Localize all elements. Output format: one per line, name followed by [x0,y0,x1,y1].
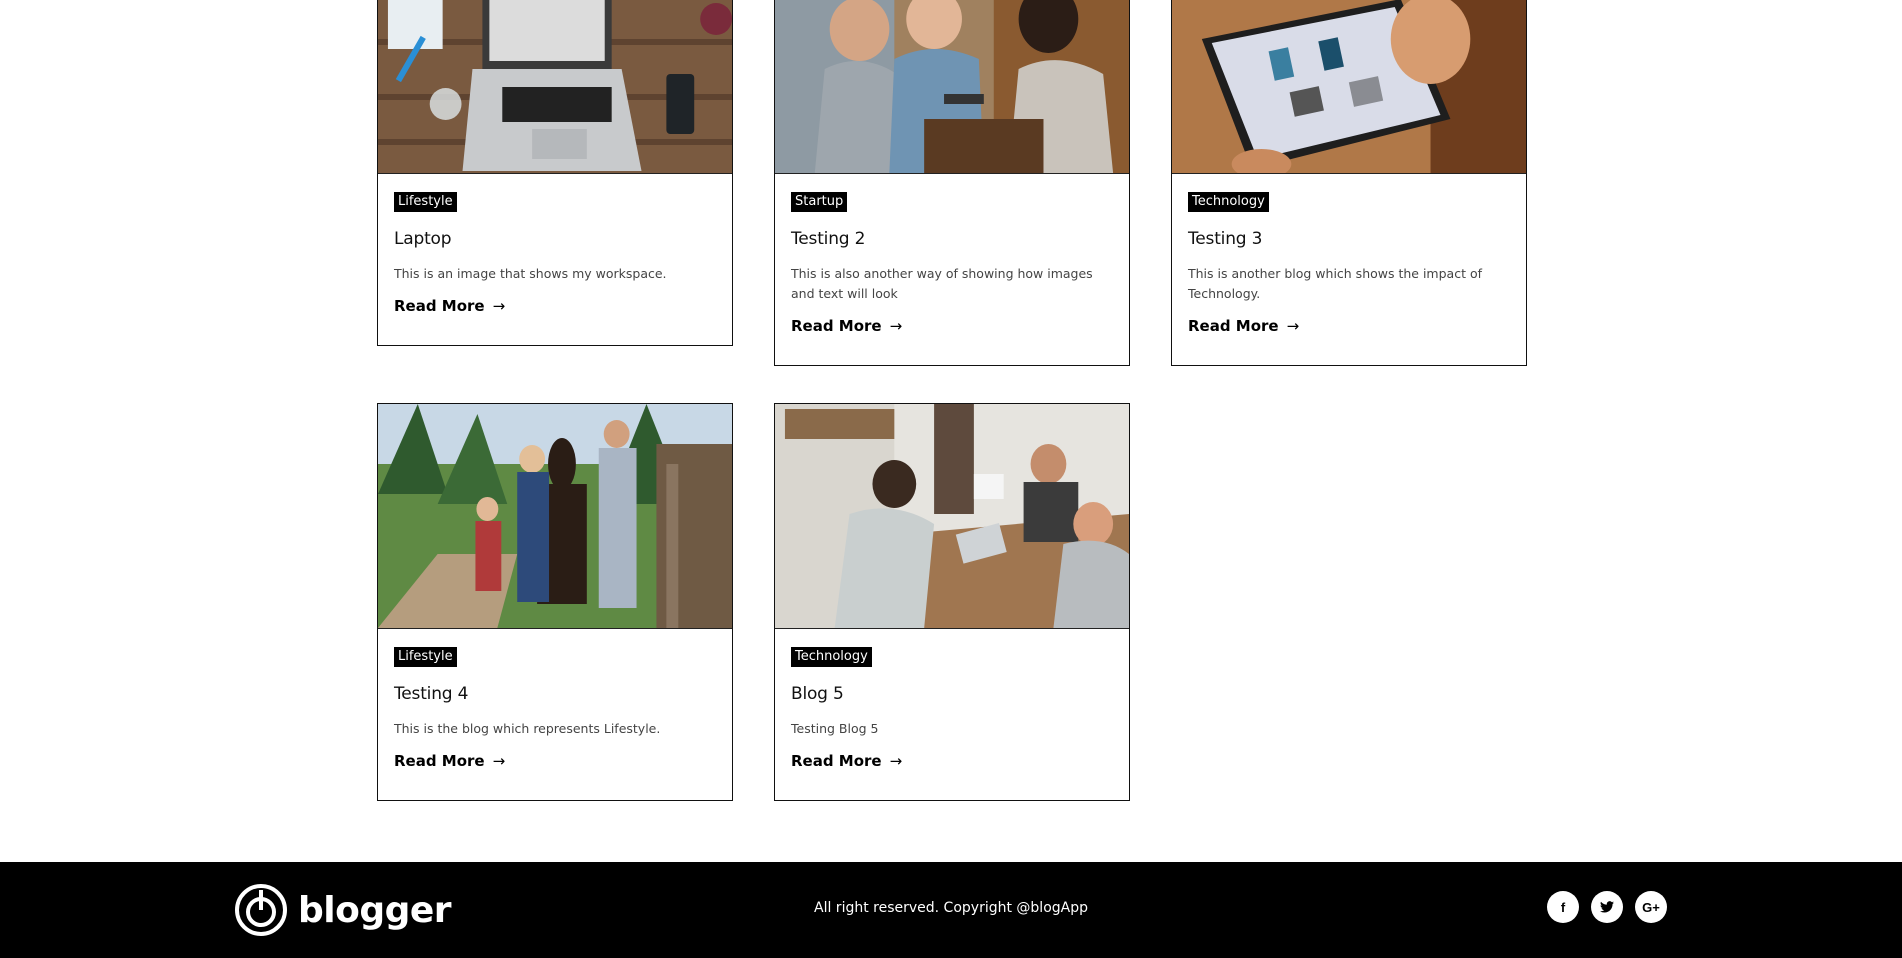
arrow-right-icon: → [889,317,903,335]
site-footer: blogger All right reserved. Copyright @b… [0,862,1902,958]
read-more-link[interactable]: Read More → [394,752,505,770]
post-title[interactable]: Laptop [394,229,716,249]
arrow-right-icon: → [492,752,506,770]
arrow-right-icon: → [889,752,903,770]
office-meeting-image[interactable] [775,404,1129,629]
read-more-link[interactable]: Read More → [1188,317,1299,335]
category-badge: Technology [791,647,872,667]
category-badge: Lifestyle [394,647,457,667]
post-title[interactable]: Testing 4 [394,684,716,704]
arrow-right-icon: → [492,297,506,315]
read-more-label: Read More [791,317,882,335]
post-title[interactable]: Testing 2 [791,229,1113,249]
tablet-image[interactable] [1172,0,1526,174]
post-description: This is also another way of showing how … [791,266,1093,301]
post-description: This is the blog which represents Lifest… [394,721,661,736]
category-badge: Lifestyle [394,192,457,212]
google-plus-icon[interactable]: G+ [1635,891,1667,923]
post-description: This is an image that shows my workspace… [394,266,667,281]
read-more-link[interactable]: Read More → [791,317,902,335]
laptop-workspace-image[interactable] [378,0,732,174]
family-horse-image[interactable] [378,404,732,629]
post-card: Technology Testing 3 This is another blo… [1171,0,1527,366]
post-card: Lifestyle Laptop This is an image that s… [377,0,733,346]
read-more-link[interactable]: Read More → [394,297,505,315]
post-title[interactable]: Testing 3 [1188,229,1510,249]
post-description: Testing Blog 5 [791,721,879,736]
read-more-label: Read More [394,752,485,770]
post-card: Lifestyle Testing 4 This is the blog whi… [377,403,733,801]
post-title[interactable]: Blog 5 [791,684,1113,704]
category-badge: Technology [1188,192,1269,212]
friends-cafe-image[interactable] [775,0,1129,174]
post-card: Technology Blog 5 Testing Blog 5 Read Mo… [774,403,1130,801]
category-badge: Startup [791,192,848,212]
read-more-label: Read More [1188,317,1279,335]
twitter-icon[interactable] [1591,891,1623,923]
facebook-icon[interactable]: f [1547,891,1579,923]
read-more-link[interactable]: Read More → [791,752,902,770]
read-more-label: Read More [791,752,882,770]
social-links: f G+ [1547,891,1667,923]
post-card: Startup Testing 2 This is also another w… [774,0,1130,366]
post-description: This is another blog which shows the imp… [1188,266,1483,301]
read-more-label: Read More [394,297,485,315]
arrow-right-icon: → [1286,317,1300,335]
